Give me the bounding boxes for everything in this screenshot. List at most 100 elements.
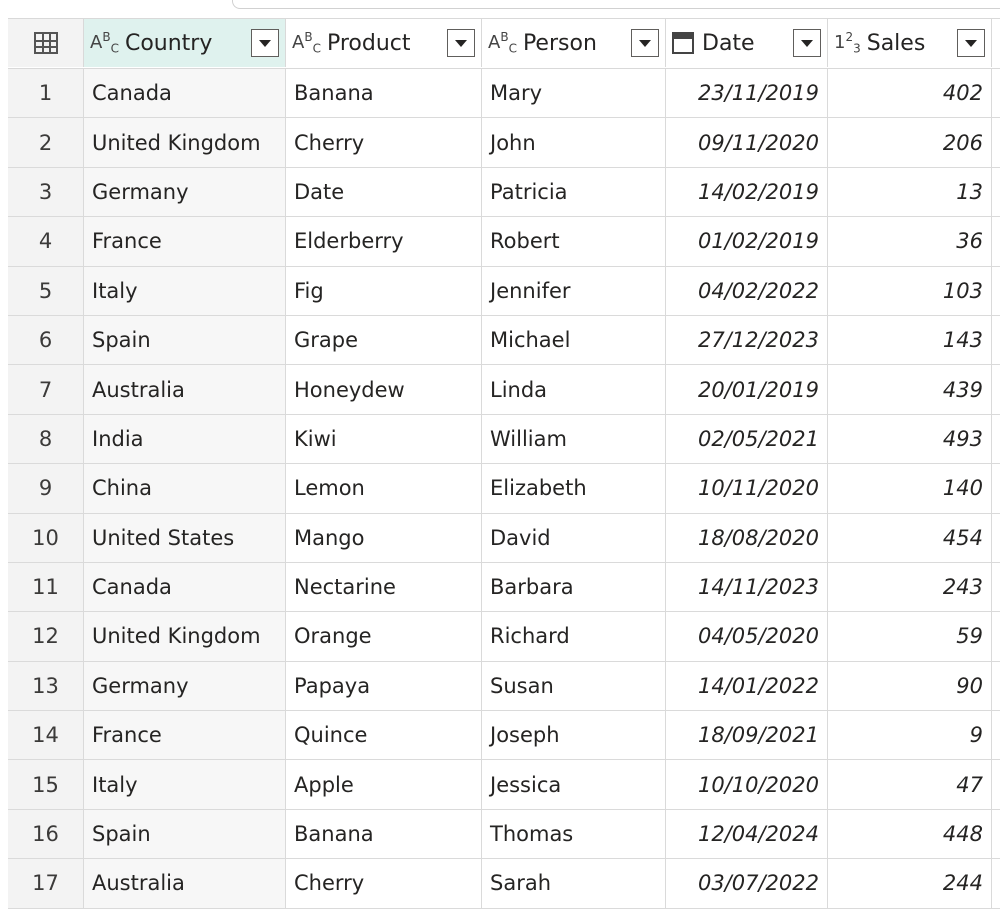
product-cell[interactable]: Quince bbox=[286, 711, 482, 760]
person-cell[interactable]: Linda bbox=[482, 365, 666, 414]
product-cell[interactable]: Papaya bbox=[286, 661, 482, 711]
product-cell[interactable]: Nectarine bbox=[286, 562, 482, 612]
product-cell[interactable]: Elderberry bbox=[286, 217, 482, 266]
date-cell[interactable]: 04/05/2020 bbox=[666, 612, 828, 661]
date-cell[interactable]: 12/04/2024 bbox=[666, 809, 828, 859]
country-cell[interactable]: Spain bbox=[84, 809, 286, 859]
sales-cell[interactable]: 9 bbox=[828, 711, 992, 760]
date-cell[interactable]: 18/08/2020 bbox=[666, 513, 828, 562]
sales-cell[interactable]: 454 bbox=[828, 513, 992, 562]
row-number[interactable]: 12 bbox=[8, 612, 84, 661]
product-cell[interactable]: Cherry bbox=[286, 859, 482, 908]
country-cell[interactable]: France bbox=[84, 711, 286, 760]
person-cell[interactable]: Elizabeth bbox=[482, 464, 666, 513]
person-cell[interactable]: Patricia bbox=[482, 167, 666, 217]
product-cell[interactable]: Banana bbox=[286, 69, 482, 118]
product-cell[interactable]: Fig bbox=[286, 266, 482, 315]
date-cell[interactable]: 27/12/2023 bbox=[666, 315, 828, 365]
sales-cell[interactable]: 493 bbox=[828, 414, 992, 464]
row-number[interactable]: 15 bbox=[8, 760, 84, 809]
product-cell[interactable]: Kiwi bbox=[286, 414, 482, 464]
product-cell[interactable]: Banana bbox=[286, 809, 482, 859]
row-number[interactable]: 16 bbox=[8, 809, 84, 859]
row-number[interactable]: 4 bbox=[8, 217, 84, 266]
country-cell[interactable]: Australia bbox=[84, 365, 286, 414]
sales-cell[interactable]: 243 bbox=[828, 562, 992, 612]
person-cell[interactable]: Susan bbox=[482, 661, 666, 711]
date-cell[interactable]: 04/02/2022 bbox=[666, 266, 828, 315]
country-cell[interactable]: Italy bbox=[84, 760, 286, 809]
person-cell[interactable]: Mary bbox=[482, 69, 666, 118]
row-number[interactable]: 13 bbox=[8, 661, 84, 711]
product-cell[interactable]: Apple bbox=[286, 760, 482, 809]
date-cell[interactable]: 18/09/2021 bbox=[666, 711, 828, 760]
date-cell[interactable]: 20/01/2019 bbox=[666, 365, 828, 414]
country-cell[interactable]: India bbox=[84, 414, 286, 464]
sales-cell[interactable]: 140 bbox=[828, 464, 992, 513]
product-cell[interactable]: Date bbox=[286, 167, 482, 217]
sales-cell[interactable]: 439 bbox=[828, 365, 992, 414]
date-cell[interactable]: 23/11/2019 bbox=[666, 69, 828, 118]
product-cell[interactable]: Lemon bbox=[286, 464, 482, 513]
date-cell[interactable]: 01/02/2019 bbox=[666, 217, 828, 266]
row-number[interactable]: 9 bbox=[8, 464, 84, 513]
filter-dropdown-button[interactable] bbox=[793, 29, 821, 57]
country-cell[interactable]: Germany bbox=[84, 167, 286, 217]
sales-cell[interactable]: 59 bbox=[828, 612, 992, 661]
person-cell[interactable]: Thomas bbox=[482, 809, 666, 859]
country-cell[interactable]: United Kingdom bbox=[84, 118, 286, 167]
table-menu-button[interactable] bbox=[8, 19, 84, 67]
product-cell[interactable]: Mango bbox=[286, 513, 482, 562]
country-cell[interactable]: Canada bbox=[84, 562, 286, 612]
person-cell[interactable]: Richard bbox=[482, 612, 666, 661]
country-cell[interactable]: United Kingdom bbox=[84, 612, 286, 661]
date-cell[interactable]: 14/11/2023 bbox=[666, 562, 828, 612]
person-cell[interactable]: Robert bbox=[482, 217, 666, 266]
product-cell[interactable]: Honeydew bbox=[286, 365, 482, 414]
person-cell[interactable]: John bbox=[482, 118, 666, 167]
row-number[interactable]: 7 bbox=[8, 365, 84, 414]
filter-dropdown-button[interactable] bbox=[251, 29, 279, 57]
country-cell[interactable]: Italy bbox=[84, 266, 286, 315]
sales-cell[interactable]: 47 bbox=[828, 760, 992, 809]
country-cell[interactable]: Germany bbox=[84, 661, 286, 711]
product-cell[interactable]: Grape bbox=[286, 315, 482, 365]
person-cell[interactable]: Sarah bbox=[482, 859, 666, 908]
row-number[interactable]: 5 bbox=[8, 266, 84, 315]
country-cell[interactable]: Spain bbox=[84, 315, 286, 365]
sales-cell[interactable]: 402 bbox=[828, 69, 992, 118]
sales-cell[interactable]: 143 bbox=[828, 315, 992, 365]
date-cell[interactable]: 10/10/2020 bbox=[666, 760, 828, 809]
country-cell[interactable]: France bbox=[84, 217, 286, 266]
country-cell[interactable]: Canada bbox=[84, 69, 286, 118]
sales-cell[interactable]: 244 bbox=[828, 859, 992, 908]
row-number[interactable]: 11 bbox=[8, 562, 84, 612]
country-cell[interactable]: China bbox=[84, 464, 286, 513]
country-cell[interactable]: United States bbox=[84, 513, 286, 562]
row-number[interactable]: 14 bbox=[8, 711, 84, 760]
row-number[interactable]: 3 bbox=[8, 167, 84, 217]
date-cell[interactable]: 02/05/2021 bbox=[666, 414, 828, 464]
row-number[interactable]: 8 bbox=[8, 414, 84, 464]
date-cell[interactable]: 09/11/2020 bbox=[666, 118, 828, 167]
sales-cell[interactable]: 13 bbox=[828, 167, 992, 217]
column-header-date[interactable]: Date bbox=[666, 19, 828, 67]
date-cell[interactable]: 10/11/2020 bbox=[666, 464, 828, 513]
filter-dropdown-button[interactable] bbox=[447, 29, 475, 57]
row-number[interactable]: 1 bbox=[8, 69, 84, 118]
row-number[interactable]: 10 bbox=[8, 513, 84, 562]
person-cell[interactable]: Jennifer bbox=[482, 266, 666, 315]
filter-dropdown-button[interactable] bbox=[631, 29, 659, 57]
date-cell[interactable]: 03/07/2022 bbox=[666, 859, 828, 908]
column-header-product[interactable]: ABC Product bbox=[286, 19, 482, 67]
person-cell[interactable]: Barbara bbox=[482, 562, 666, 612]
filter-dropdown-button[interactable] bbox=[957, 29, 985, 57]
row-number[interactable]: 2 bbox=[8, 118, 84, 167]
sales-cell[interactable]: 36 bbox=[828, 217, 992, 266]
column-header-person[interactable]: ABC Person bbox=[482, 19, 666, 67]
sales-cell[interactable]: 90 bbox=[828, 661, 992, 711]
row-number[interactable]: 6 bbox=[8, 315, 84, 365]
product-cell[interactable]: Orange bbox=[286, 612, 482, 661]
person-cell[interactable]: Joseph bbox=[482, 711, 666, 760]
person-cell[interactable]: Jessica bbox=[482, 760, 666, 809]
